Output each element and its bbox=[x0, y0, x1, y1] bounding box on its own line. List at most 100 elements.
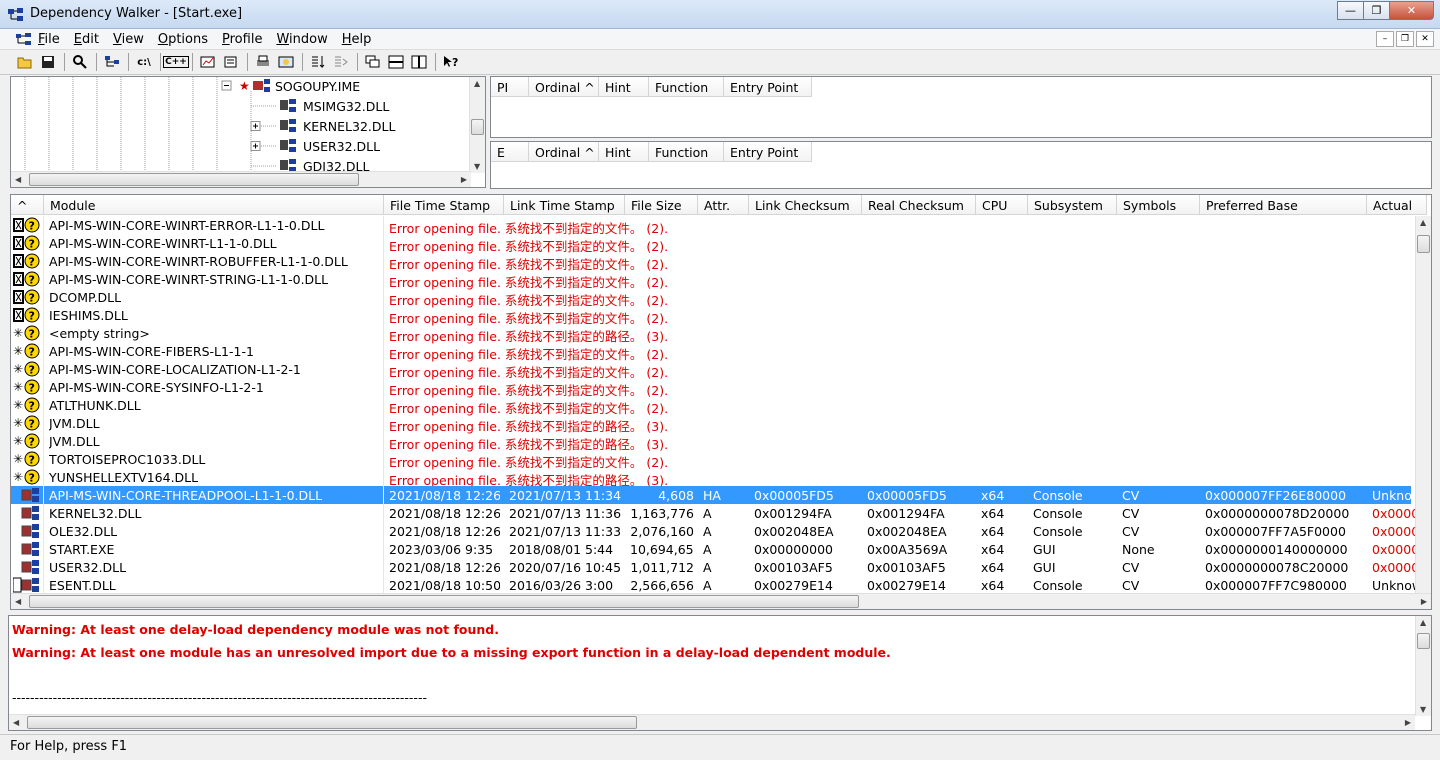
table-row[interactable]: ? DCOMP.DLL Error opening file. 系统找不到指定的文件… bbox=[11, 288, 1411, 308]
module-list-vertical-scrollbar[interactable]: ▲ bbox=[1415, 216, 1431, 594]
svg-text:?: ? bbox=[29, 472, 35, 485]
table-row[interactable]: ESENT.DLL 2021/08/18 10:50 2016/03/26 3:00… bbox=[11, 576, 1415, 594]
log-horizontal-scrollbar[interactable]: ◀ ▶ bbox=[9, 714, 1415, 730]
save-button[interactable] bbox=[37, 52, 59, 72]
modules-col-link-checksum[interactable]: Link Checksum bbox=[749, 195, 862, 215]
undecorate-cpp-button[interactable]: C++ bbox=[163, 52, 189, 72]
sort-button[interactable] bbox=[307, 52, 329, 72]
modules-col-attr[interactable]: Attr. bbox=[698, 195, 749, 215]
table-row[interactable]: ? API-MS-WIN-CORE-WINRT-STRING-L1-1-0.DLL… bbox=[11, 270, 1411, 290]
view-tree-button[interactable] bbox=[101, 52, 123, 72]
table-row[interactable]: ? API-MS-WIN-CORE-WINRT-ROBUFFER-L1-1-0.D… bbox=[11, 252, 1411, 272]
table-row[interactable]: API-MS-WIN-CORE-THREADPOOL-L1-1-0.DLL 202… bbox=[11, 486, 1415, 504]
table-row[interactable]: ✳? API-MS-WIN-CORE-LOCALIZATION-L1-2-1 Err… bbox=[11, 360, 1411, 380]
tile-vertical-button[interactable] bbox=[408, 52, 430, 72]
imports-col-hint[interactable]: Hint bbox=[599, 77, 649, 97]
modules-col-file-size[interactable]: File Size bbox=[625, 195, 698, 215]
tree-node-sogoupy[interactable]: ★ SOGOUPY.IME bbox=[239, 77, 360, 95]
svg-text:✳: ✳ bbox=[13, 326, 23, 340]
full-paths-button[interactable]: c:\ bbox=[133, 52, 155, 72]
exports-col-ordinal[interactable]: Ordinal ^ bbox=[529, 142, 599, 162]
close-button[interactable]: ✕ bbox=[1389, 1, 1434, 20]
table-row[interactable]: ✳? YUNSHELLEXTV164.DLL Error opening file.… bbox=[11, 468, 1411, 488]
modules-col-file-time-stamp[interactable]: File Time Stamp bbox=[384, 195, 504, 215]
table-row[interactable]: USER32.DLL 2021/08/18 12:26 2020/07/16 10:… bbox=[11, 558, 1415, 576]
tree-horizontal-scrollbar[interactable]: ◀ ▶ bbox=[11, 171, 471, 187]
column-divider bbox=[383, 216, 384, 594]
mdi-close-button[interactable]: ✕ bbox=[1416, 31, 1434, 47]
table-row[interactable]: ✳? API-MS-WIN-CORE-FIBERS-L1-1-1 Error ope… bbox=[11, 342, 1411, 362]
modules-col-preferred-base[interactable]: Preferred Base bbox=[1200, 195, 1367, 215]
modules-col-real-checksum[interactable]: Real Checksum bbox=[862, 195, 976, 215]
mdi-minimize-button[interactable]: – bbox=[1376, 31, 1394, 47]
modules-col-sort[interactable]: ^ bbox=[11, 195, 44, 215]
table-row[interactable]: ✳? TORTOISEPROC1033.DLL Error opening file… bbox=[11, 450, 1411, 470]
table-row[interactable]: START.EXE 2023/03/06 9:35 2018/08/01 5:44 1… bbox=[11, 540, 1415, 558]
table-row[interactable]: OLE32.DLL 2021/08/18 12:26 2021/07/13 11:3… bbox=[11, 522, 1415, 540]
menu-file[interactable]: File bbox=[38, 32, 60, 47]
exports-col-hint[interactable]: Hint bbox=[599, 142, 649, 162]
table-cell: CV bbox=[1122, 560, 1140, 575]
table-row[interactable]: ? API-MS-WIN-CORE-WINRT-L1-1-0.DLL Error o… bbox=[11, 234, 1411, 254]
table-cell: 2021/08/18 12:26 bbox=[389, 488, 500, 503]
expand-all-button[interactable] bbox=[330, 52, 352, 72]
modules-col-actual[interactable]: Actual bbox=[1367, 195, 1427, 215]
svg-text:?: ? bbox=[29, 346, 35, 359]
open-button[interactable] bbox=[14, 52, 36, 72]
table-row[interactable]: ✳? API-MS-WIN-CORE-SYSINFO-L1-2-1 Error op… bbox=[11, 378, 1411, 398]
table-row[interactable]: ✳? <empty string> Error opening file. 系统找不… bbox=[11, 324, 1411, 344]
menu-profile[interactable]: Profile bbox=[222, 32, 262, 47]
tree-node-kernel32[interactable]: KERNEL32.DLL bbox=[279, 117, 395, 135]
find-button[interactable] bbox=[69, 52, 91, 72]
profile-options-button[interactable] bbox=[220, 52, 242, 72]
profile-start-button[interactable] bbox=[197, 52, 219, 72]
table-row[interactable]: ✳? ATLTHUNK.DLL Error opening file. 系统找不到指… bbox=[11, 396, 1411, 416]
table-cell: x64 bbox=[981, 506, 1005, 521]
cascade-button[interactable] bbox=[362, 52, 384, 72]
svg-text:✳: ✳ bbox=[13, 362, 23, 376]
tile-horizontal-button[interactable] bbox=[385, 52, 407, 72]
svg-text:?: ? bbox=[29, 400, 35, 413]
table-cell: x64 bbox=[981, 542, 1005, 557]
print-button[interactable] bbox=[252, 52, 274, 72]
minimize-button[interactable]: — bbox=[1337, 1, 1364, 20]
menu-edit[interactable]: Edit bbox=[74, 32, 99, 47]
modules-col-subsystem[interactable]: Subsystem bbox=[1028, 195, 1117, 215]
module-list-horizontal-scrollbar[interactable]: ◀ ▶ bbox=[11, 593, 1431, 609]
table-row[interactable]: ? API-MS-WIN-CORE-WINRT-ERROR-L1-1-0.DLL E… bbox=[11, 216, 1411, 236]
table-row[interactable]: ? IESHIMS.DLL Error opening file. 系统找不到指定的… bbox=[11, 306, 1411, 326]
table-cell: 1,163,776 bbox=[630, 506, 694, 521]
table-cell: JVM.DLL bbox=[49, 434, 100, 449]
svg-text:★: ★ bbox=[239, 79, 250, 93]
imports-col-entry-point[interactable]: Entry Point bbox=[724, 77, 812, 97]
restore-button[interactable]: ❐ bbox=[1363, 1, 1390, 20]
table-cell: API-MS-WIN-CORE-WINRT-L1-1-0.DLL bbox=[49, 236, 277, 251]
imports-col-function[interactable]: Function bbox=[649, 77, 724, 97]
modules-col-module[interactable]: Module bbox=[44, 195, 384, 215]
imports-col-pi[interactable]: PI bbox=[491, 77, 529, 97]
mdi-restore-button[interactable]: ❐ bbox=[1396, 31, 1414, 47]
tree-node-user32[interactable]: USER32.DLL bbox=[279, 137, 380, 155]
modules-col-symbols[interactable]: Symbols bbox=[1117, 195, 1200, 215]
table-row[interactable]: ✳? JVM.DLL Error opening file. 系统找不到指定的路径。… bbox=[11, 432, 1411, 452]
tree-vertical-scrollbar[interactable]: ▲ ▼ bbox=[469, 77, 485, 173]
exports-col-entry-point[interactable]: Entry Point bbox=[724, 142, 812, 162]
menu-help[interactable]: Help bbox=[342, 32, 372, 47]
tree-node-msimg32[interactable]: MSIMG32.DLL bbox=[279, 97, 389, 115]
menu-view[interactable]: View bbox=[113, 32, 144, 47]
table-row[interactable]: ✳? JVM.DLL Error opening file. 系统找不到指定的路径。… bbox=[11, 414, 1411, 434]
module-tree-panel: ★ SOGOUPY.IME MSIMG32.DLL KERNEL32.DLL U… bbox=[10, 76, 486, 188]
exports-col-e[interactable]: E bbox=[491, 142, 529, 162]
exports-col-function[interactable]: Function bbox=[649, 142, 724, 162]
modules-col-cpu[interactable]: CPU bbox=[976, 195, 1028, 215]
properties-button[interactable] bbox=[275, 52, 297, 72]
log-vertical-scrollbar[interactable]: ▲ ▼ bbox=[1415, 616, 1431, 716]
menu-options[interactable]: Options bbox=[158, 32, 208, 47]
table-cell: START.EXE bbox=[49, 542, 115, 557]
menu-window[interactable]: Window bbox=[276, 32, 327, 47]
modules-col-link-time-stamp[interactable]: Link Time Stamp bbox=[504, 195, 625, 215]
context-help-button[interactable]: ? bbox=[440, 52, 462, 72]
table-cell: A bbox=[703, 524, 712, 539]
imports-col-ordinal[interactable]: Ordinal ^ bbox=[529, 77, 599, 97]
table-row[interactable]: KERNEL32.DLL 2021/08/18 12:26 2021/07/13 1… bbox=[11, 504, 1415, 522]
